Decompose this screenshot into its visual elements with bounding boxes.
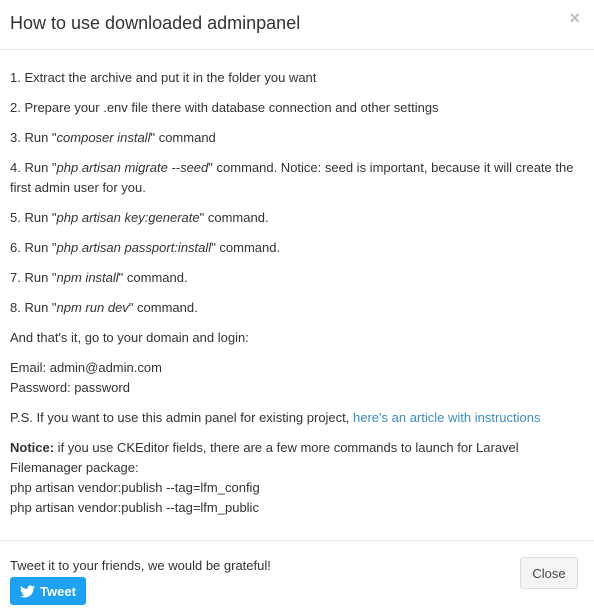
step-command: npm install — [56, 270, 119, 285]
ps-note: P.S. If you want to use this admin panel… — [10, 408, 584, 428]
step-command: npm run dev — [56, 300, 129, 315]
step-text: 8. Run " — [10, 300, 57, 315]
step-text: 2. Prepare your .env file there with dat… — [10, 100, 439, 115]
modal-footer: Tweet it to your friends, we would be gr… — [0, 541, 594, 614]
outro-text: And that's it, go to your domain and log… — [10, 330, 249, 345]
step-command: php artisan migrate --seed — [56, 160, 209, 175]
credentials: Email: admin@admin.com Password: passwor… — [10, 358, 584, 398]
step-text: " command. — [199, 210, 269, 225]
twitter-bird-icon — [20, 584, 36, 598]
password-line: Password: password — [10, 380, 130, 395]
step-command: composer install — [56, 130, 151, 145]
step-1: 1. Extract the archive and put it in the… — [10, 68, 584, 88]
modal-body: 1. Extract the archive and put it in the… — [0, 50, 594, 541]
step-text: " command. — [118, 270, 188, 285]
step-text: 1. Extract the archive and put it in the… — [10, 70, 317, 85]
tweet-button-label: Tweet — [40, 583, 76, 599]
notice-label: Notice: — [10, 440, 55, 455]
close-button[interactable]: Close — [520, 557, 578, 589]
step-text: " command. — [128, 300, 198, 315]
step-3: 3. Run "composer install" command — [10, 128, 584, 148]
step-4: 4. Run "php artisan migrate --seed" comm… — [10, 158, 584, 198]
step-text: " command. — [211, 240, 281, 255]
step-text: " command — [150, 130, 216, 145]
tweet-prompt: Tweet it to your friends, we would be gr… — [10, 558, 271, 573]
step-2: 2. Prepare your .env file there with dat… — [10, 98, 584, 118]
step-text: 5. Run " — [10, 210, 57, 225]
tweet-button[interactable]: Tweet — [10, 577, 86, 605]
step-7: 7. Run "npm install" command. — [10, 268, 584, 288]
notice-text: if you use CKEditor fields, there are a … — [10, 440, 519, 475]
step-command: php artisan passport:install — [56, 240, 212, 255]
step-text: 3. Run " — [10, 130, 57, 145]
step-8: 8. Run "npm run dev" command. — [10, 298, 584, 318]
modal-dialog: How to use downloaded adminpanel × 1. Ex… — [0, 0, 594, 615]
close-icon[interactable]: × — [569, 8, 580, 28]
step-text: 6. Run " — [10, 240, 57, 255]
notice-block: Notice: if you use CKEditor fields, ther… — [10, 438, 584, 518]
modal-header: How to use downloaded adminpanel × — [0, 0, 594, 50]
step-6: 6. Run "php artisan passport:install" co… — [10, 238, 584, 258]
ps-text: P.S. If you want to use this admin panel… — [10, 410, 354, 425]
email-line: Email: admin@admin.com — [10, 360, 162, 375]
notice-command-2: php artisan vendor:publish --tag=lfm_pub… — [10, 500, 259, 515]
step-text: 7. Run " — [10, 270, 57, 285]
step-text: 4. Run " — [10, 160, 57, 175]
article-link[interactable]: here's an article with instructions — [353, 410, 540, 425]
step-5: 5. Run "php artisan key:generate" comman… — [10, 208, 584, 228]
notice-command-1: php artisan vendor:publish --tag=lfm_con… — [10, 480, 260, 495]
step-command: php artisan key:generate — [56, 210, 200, 225]
modal-title: How to use downloaded adminpanel — [10, 13, 301, 33]
